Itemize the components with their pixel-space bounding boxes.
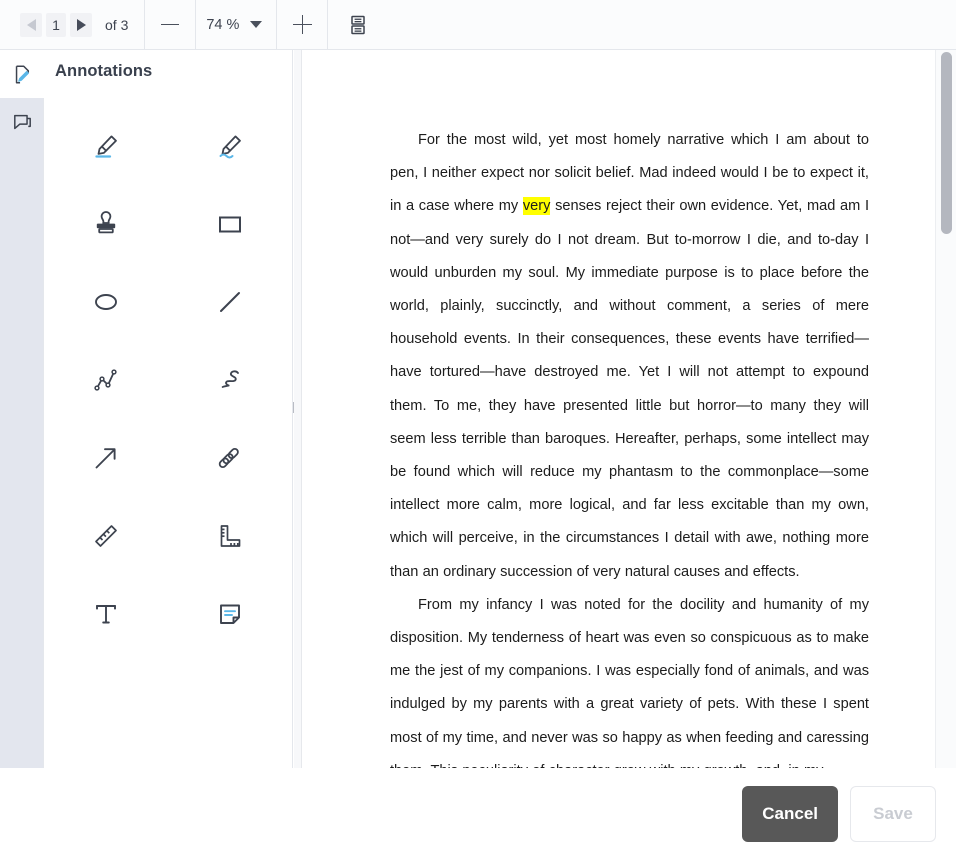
tool-highlighter-straight[interactable] <box>44 107 168 185</box>
sticky-note-icon <box>210 594 250 634</box>
highlighter-wavy-icon <box>210 126 250 166</box>
next-page-button[interactable] <box>70 13 92 37</box>
tool-rectangle[interactable] <box>168 185 292 263</box>
document-paragraph: For the most wild, yet most homely narra… <box>390 124 869 589</box>
sidebar-item-comments[interactable] <box>0 98 44 146</box>
minus-icon <box>161 24 179 25</box>
tool-sticky-note[interactable] <box>168 575 292 653</box>
zoom-group: 74 % <box>145 0 328 50</box>
rectangle-icon <box>210 204 250 244</box>
comments-icon <box>12 112 33 133</box>
zoom-in-button[interactable] <box>277 0 327 50</box>
page-count-label: of 3 <box>105 17 128 33</box>
pdf-page: For the most wild, yet most homely narra… <box>301 50 942 768</box>
freehand-icon <box>210 360 250 400</box>
plus-icon <box>293 15 312 34</box>
tool-highlighter-wavy[interactable] <box>168 107 292 185</box>
page-number-input[interactable]: 1 <box>46 13 66 37</box>
zoom-level-value: 74 % <box>206 17 239 33</box>
previous-page-button[interactable] <box>20 13 42 37</box>
text-icon <box>86 594 126 634</box>
arrow-icon <box>86 438 126 478</box>
polyline-icon <box>86 360 126 400</box>
page-layout-group <box>328 0 388 50</box>
document-paragraph: From my infancy I was noted for the doci… <box>390 589 869 768</box>
chevron-right-icon <box>77 19 86 31</box>
sidebar-item-annotations[interactable] <box>0 50 44 98</box>
page-navigation-group: 1 of 3 <box>0 0 145 50</box>
cancel-button[interactable]: Cancel <box>742 786 838 842</box>
tool-polyline[interactable] <box>44 341 168 419</box>
tool-perimeter-ruler[interactable] <box>168 497 292 575</box>
panel-title: Annotations <box>44 50 292 81</box>
bottom-action-bar: Cancel Save <box>0 768 956 860</box>
page-layout-button[interactable] <box>342 9 374 41</box>
tool-stamp[interactable] <box>44 185 168 263</box>
perimeter-ruler-icon <box>210 516 250 556</box>
chevron-down-icon <box>250 21 262 28</box>
top-toolbar: 1 of 3 74 % <box>0 0 956 50</box>
text-highlight[interactable]: very <box>523 197 551 215</box>
ellipse-icon <box>86 282 126 322</box>
annotations-panel: Annotations <box>44 50 293 768</box>
pdf-annotation-app: 1 of 3 74 % <box>0 0 956 860</box>
zoom-level-select[interactable]: 74 % <box>195 0 277 50</box>
pdf-page-content: For the most wild, yet most homely narra… <box>302 50 941 768</box>
document-edit-icon <box>12 64 33 85</box>
stamp-icon <box>86 204 126 244</box>
vertical-scrollbar[interactable] <box>935 50 956 768</box>
ruler-icon <box>86 516 126 556</box>
left-icon-rail <box>0 50 44 768</box>
tool-freehand[interactable] <box>168 341 292 419</box>
annotation-tool-grid <box>44 107 292 653</box>
stacked-pages-icon <box>347 14 369 36</box>
tool-arrow[interactable] <box>44 419 168 497</box>
highlighter-straight-icon <box>86 126 126 166</box>
tool-text[interactable] <box>44 575 168 653</box>
link-icon <box>210 438 250 478</box>
chevron-left-icon <box>27 19 36 31</box>
tool-ellipse[interactable] <box>44 263 168 341</box>
scrollbar-thumb[interactable] <box>941 52 952 234</box>
line-icon <box>210 282 250 322</box>
tool-ruler[interactable] <box>44 497 168 575</box>
save-button: Save <box>850 786 936 842</box>
document-viewer[interactable]: For the most wild, yet most homely narra… <box>294 50 956 768</box>
tool-line[interactable] <box>168 263 292 341</box>
tool-link[interactable] <box>168 419 292 497</box>
zoom-out-button[interactable] <box>145 0 195 50</box>
